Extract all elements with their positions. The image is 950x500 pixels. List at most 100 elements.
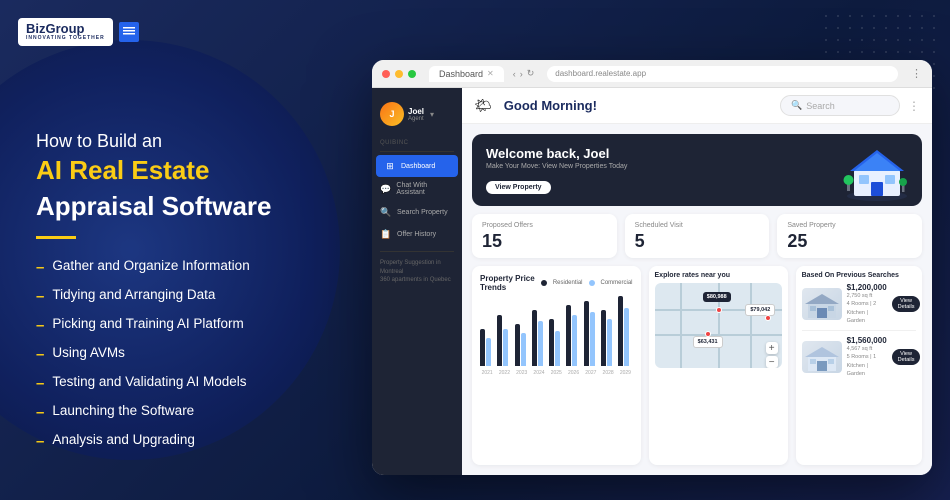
chart-bar-group (549, 319, 563, 366)
chart-x-label: 2022 (497, 370, 511, 376)
stat-card-visits: Scheduled Visit 5 (625, 214, 770, 258)
chart-x-label: 2027 (584, 370, 598, 376)
browser-content: J Joel Agent ▾ QuiBinc ⊞ Dashboard 💬 Cha… (372, 88, 932, 475)
map-road-v1 (680, 283, 682, 368)
topbar-menu-icon[interactable]: ⋮ (908, 99, 920, 113)
browser-dot-yellow[interactable] (395, 70, 403, 78)
nav-back-icon[interactable]: ‹ (513, 69, 516, 79)
view-details-button-1[interactable]: View Details (892, 296, 921, 312)
sidebar-section-label: QuiBinc (372, 136, 462, 148)
bullet-item: –Using AVMs (36, 344, 366, 365)
app-main: 🌤 Good Morning! 🔍 Search ⋮ Welcome back,… (462, 88, 932, 475)
stat-card-saved: Saved Property 25 (777, 214, 922, 258)
property-price-1: $1,200,000 (847, 283, 887, 292)
bar-commercial (486, 338, 491, 366)
search-box[interactable]: 🔍 Search (780, 95, 900, 116)
property-card-1: $1,200,000 2,750 sq ft 4 Rooms | 2 Kitch… (802, 283, 916, 331)
legend-label-commercial: Commercial (601, 280, 633, 286)
properties-title: Based On Previous Searches (802, 272, 916, 279)
logo-box: BizGroup INNOVATING TOGETHER (18, 18, 113, 46)
bar-residential (532, 310, 537, 366)
property-features-1: 4 Rooms | 2 Kitchen | Garden (847, 300, 887, 325)
bar-residential (480, 329, 485, 366)
bullet-item: –Testing and Validating AI Models (36, 373, 366, 394)
chart-bar-group (497, 315, 511, 366)
map-pin-2 (765, 315, 771, 321)
browser-dot-green[interactable] (408, 70, 416, 78)
sidebar-dashboard-label: Dashboard (401, 163, 435, 170)
sidebar-item-offer-history[interactable]: 📋 Offer History (372, 223, 462, 245)
logo-icon (119, 22, 139, 42)
legend-dot-residential (541, 280, 547, 286)
sidebar-avatar: J (380, 102, 404, 126)
chart-bar-group (618, 296, 632, 366)
chart-x-label: 2026 (566, 370, 580, 376)
map-road-v3 (750, 283, 752, 368)
property-card-2: $1,560,000 4,567 sq ft 5 Rooms | 1 Kitch… (802, 336, 916, 383)
chat-icon: 💬 (380, 183, 391, 195)
view-details-button-2[interactable]: View Details (892, 349, 921, 365)
chart-x-label: 2029 (618, 370, 632, 376)
properties-section: Based On Previous Searches (796, 266, 922, 465)
search-icon: 🔍 (791, 100, 802, 111)
tab-close-icon[interactable]: ✕ (487, 69, 494, 78)
stat-value-visits: 5 (635, 232, 760, 250)
sidebar-divider (380, 151, 454, 152)
sidebar-item-chat[interactable]: 💬 Chat With Assistant (372, 177, 462, 201)
browser-menu-icon[interactable]: ⋮ (911, 67, 922, 80)
bar-commercial (607, 319, 612, 366)
search-property-icon: 🔍 (380, 206, 392, 218)
property-features-2: 5 Rooms | 1 Kitchen | Garden (847, 353, 887, 378)
bar-residential (618, 296, 623, 366)
legend-label-residential: Residential (553, 280, 583, 286)
bullet-item: –Launching the Software (36, 402, 366, 423)
map-zoom-out[interactable]: − (766, 356, 778, 368)
sidebar-user-info: Joel Agent (408, 107, 424, 122)
chart-bar-group (480, 329, 494, 366)
chart-x-label: 2025 (549, 370, 563, 376)
bullet-item: –Analysis and Upgrading (36, 431, 366, 452)
hero-banner: Welcome back, Joel Make Your Move: View … (472, 134, 922, 206)
bar-residential (549, 319, 554, 366)
logo-text: BizGroup (26, 22, 85, 35)
bullet-dash: – (36, 315, 44, 336)
topbar-greeting: Good Morning! (504, 98, 772, 113)
history-icon: 📋 (380, 228, 392, 240)
nav-forward-icon[interactable]: › (520, 69, 523, 79)
property-size-1: 2,750 sq ft (847, 292, 887, 300)
view-property-button[interactable]: View Property (486, 181, 551, 194)
bar-commercial (521, 333, 526, 366)
sidebar-item-search-property[interactable]: 🔍 Search Property (372, 201, 462, 223)
bullet-text: Using AVMs (52, 344, 125, 363)
bullet-text: Analysis and Upgrading (52, 431, 195, 450)
sidebar-search-label: Search Property (397, 209, 448, 216)
bar-commercial (624, 308, 629, 366)
browser-tab-label: Dashboard (439, 69, 483, 79)
browser-url-bar[interactable]: dashboard.realestate.app (547, 66, 898, 82)
map-bg: $80,988 $79,042 $63,431 + − (655, 283, 782, 368)
bullet-text: Tidying and Arranging Data (52, 286, 215, 305)
dashboard-icon: ⊞ (384, 160, 396, 172)
browser-dot-red[interactable] (382, 70, 390, 78)
nav-refresh-icon[interactable]: ↻ (527, 68, 535, 79)
map-pin-3 (705, 331, 711, 337)
chart-x-label: 2024 (532, 370, 546, 376)
bullet-text: Launching the Software (52, 402, 194, 421)
chart-bar-group (601, 310, 615, 366)
logo-tagline: INNOVATING TOGETHER (26, 35, 105, 42)
browser-tab[interactable]: Dashboard ✕ (429, 66, 504, 82)
sidebar-item-dashboard[interactable]: ⊞ Dashboard (376, 155, 458, 177)
bottom-row: Property Price Trends Residential Commer… (472, 266, 922, 465)
bullet-dash: – (36, 431, 44, 452)
bar-residential (601, 310, 606, 366)
chart-bar-group (515, 324, 529, 366)
chart-x-labels: 202120222023202420252026202720282029 (480, 370, 633, 376)
logo-area: BizGroup INNOVATING TOGETHER (18, 18, 139, 46)
bar-residential (497, 315, 502, 366)
bar-commercial (555, 331, 560, 366)
user-dropdown-icon[interactable]: ▾ (430, 110, 434, 119)
left-content-area: How to Build an AI Real Estate Appraisal… (36, 130, 366, 452)
stat-card-offers: Proposed Offers 15 (472, 214, 617, 258)
app-topbar: 🌤 Good Morning! 🔍 Search ⋮ (462, 88, 932, 124)
map-zoom-in[interactable]: + (766, 342, 778, 354)
